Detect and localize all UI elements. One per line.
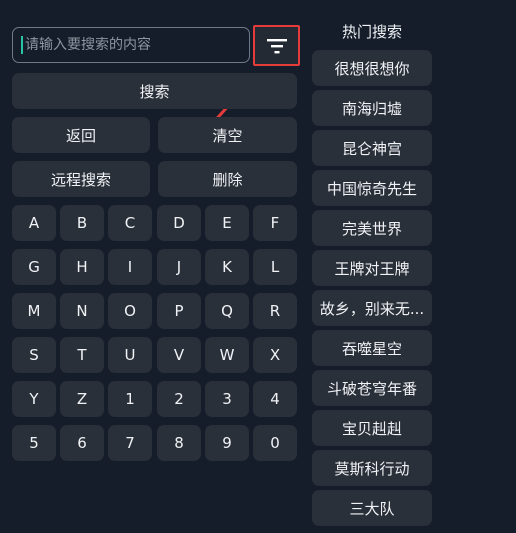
- hot-search-item[interactable]: 中国惊奇先生: [312, 170, 432, 206]
- key-f[interactable]: F: [253, 205, 297, 241]
- delete-button[interactable]: 删除: [158, 161, 297, 197]
- text-caret: [21, 36, 23, 54]
- key-7[interactable]: 7: [108, 425, 152, 461]
- hot-search-item[interactable]: 宝贝赳赳: [312, 410, 432, 446]
- clear-button[interactable]: 清空: [158, 117, 297, 153]
- key-t[interactable]: T: [60, 337, 104, 373]
- key-s[interactable]: S: [12, 337, 56, 373]
- key-d[interactable]: D: [157, 205, 201, 241]
- back-button[interactable]: 返回: [12, 117, 150, 153]
- key-v[interactable]: V: [157, 337, 201, 373]
- key-n[interactable]: N: [60, 293, 104, 329]
- key-1[interactable]: 1: [108, 381, 152, 417]
- key-e[interactable]: E: [205, 205, 249, 241]
- hot-search-item[interactable]: 南海归墟: [312, 90, 432, 126]
- key-q[interactable]: Q: [205, 293, 249, 329]
- key-o[interactable]: O: [108, 293, 152, 329]
- key-0[interactable]: 0: [253, 425, 297, 461]
- key-i[interactable]: I: [108, 249, 152, 285]
- search-field[interactable]: [12, 27, 250, 63]
- key-5[interactable]: 5: [12, 425, 56, 461]
- hot-search-item[interactable]: 故乡，别来无...: [312, 290, 432, 326]
- hot-search-item[interactable]: 莫斯科行动: [312, 450, 432, 486]
- key-u[interactable]: U: [108, 337, 152, 373]
- key-g[interactable]: G: [12, 249, 56, 285]
- search-input[interactable]: [25, 28, 245, 62]
- hot-search-title: 热门搜索: [341, 22, 402, 41]
- filter-icon: [266, 38, 287, 53]
- key-l[interactable]: L: [253, 249, 297, 285]
- key-m[interactable]: M: [12, 293, 56, 329]
- key-2[interactable]: 2: [157, 381, 201, 417]
- key-8[interactable]: 8: [157, 425, 201, 461]
- key-r[interactable]: R: [253, 293, 297, 329]
- hot-search-item[interactable]: 吞噬星空: [312, 330, 432, 366]
- key-z[interactable]: Z: [60, 381, 104, 417]
- hot-search-item[interactable]: 完美世界: [312, 210, 432, 246]
- hot-search-item[interactable]: 昆仑神宫: [312, 130, 432, 166]
- key-h[interactable]: H: [60, 249, 104, 285]
- key-k[interactable]: K: [205, 249, 249, 285]
- remote-search-button[interactable]: 远程搜索: [12, 161, 150, 197]
- key-a[interactable]: A: [12, 205, 56, 241]
- key-6[interactable]: 6: [60, 425, 104, 461]
- key-x[interactable]: X: [253, 337, 297, 373]
- key-3[interactable]: 3: [205, 381, 249, 417]
- hot-search-item[interactable]: 斗破苍穹年番: [312, 370, 432, 406]
- key-4[interactable]: 4: [253, 381, 297, 417]
- key-y[interactable]: Y: [12, 381, 56, 417]
- key-b[interactable]: B: [60, 205, 104, 241]
- key-j[interactable]: J: [157, 249, 201, 285]
- key-c[interactable]: C: [108, 205, 152, 241]
- key-9[interactable]: 9: [205, 425, 249, 461]
- search-button[interactable]: 搜索: [12, 73, 297, 109]
- filter-button[interactable]: [253, 25, 300, 66]
- hot-search-item[interactable]: 三大队: [312, 490, 432, 526]
- hot-search-item[interactable]: 很想很想你: [312, 50, 432, 86]
- key-w[interactable]: W: [205, 337, 249, 373]
- key-p[interactable]: P: [157, 293, 201, 329]
- hot-search-item[interactable]: 王牌对王牌: [312, 250, 432, 286]
